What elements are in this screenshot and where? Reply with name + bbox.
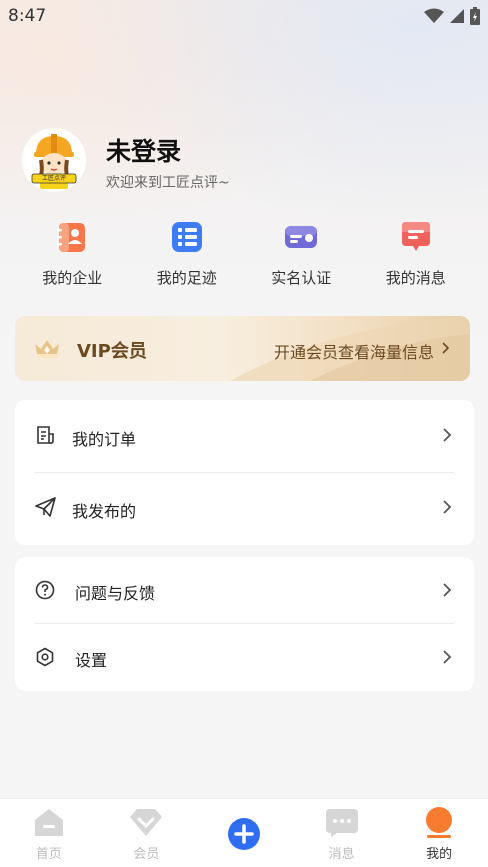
footprint-icon [171,222,202,252]
order-icon [37,426,54,444]
menu-card-orders: 我的订单 我发布的 [15,400,474,545]
menu-row-my-orders[interactable]: 我的订单 [15,400,474,472]
menu-label: 我的订单 [72,430,137,449]
tab-label: 消息 [328,847,355,862]
menu-label: 我发布的 [72,502,137,521]
avatar[interactable]: 工匠点评 [22,128,86,192]
vip-banner[interactable]: VIP会员 开通会员查看海量信息 [15,316,470,381]
status-bar: 8:47 [0,0,488,34]
chevron-right-icon [442,342,450,354]
quick-my-footprint[interactable]: 我的足迹 [130,220,245,300]
chevron-right-icon [443,428,452,442]
tab-label: 我的 [426,847,453,862]
chevron-right-icon [443,650,452,664]
profile-icon [426,807,453,838]
status-time: 8:47 [8,6,47,26]
menu-label: 设置 [75,651,108,670]
tab-label: 首页 [35,847,62,862]
menu-row-my-posts[interactable]: 我发布的 [15,472,474,544]
chevron-right-icon [443,500,452,514]
quick-label: 实名认证 [271,269,332,287]
crown-icon [35,340,59,358]
tab-member[interactable]: 会员 [98,799,196,867]
settings-icon [36,647,54,667]
battery-icon [470,7,480,25]
wifi-icon [424,8,444,23]
chevron-right-icon [443,583,452,597]
quick-my-enterprise[interactable]: 我的企业 [15,220,130,300]
send-icon [35,497,56,517]
tab-label: 会员 [133,847,160,862]
profile-header[interactable]: 工匠点评 未登录 欢迎来到工匠点评~ [22,128,462,194]
vip-title: VIP会员 [77,341,147,362]
quick-actions: 我的企业 我的足迹 实名认证 我的消息 [15,220,473,300]
menu-label: 问题与反馈 [75,584,156,603]
welcome-text: 欢迎来到工匠点评~ [106,175,230,191]
tab-publish[interactable] [195,799,293,867]
signal-icon [450,9,464,23]
plus-icon [227,818,260,850]
id-card-icon [285,226,318,248]
question-icon [35,580,55,600]
tab-mine[interactable]: 我的 [390,799,488,867]
diamond-icon [130,809,163,836]
tab-messages[interactable]: 消息 [293,799,391,867]
username[interactable]: 未登录 [106,132,181,168]
vip-description: 开通会员查看海量信息 [273,343,434,362]
bottom-tab-bar: 首页 会员 消息 我的 [0,798,488,867]
tab-home[interactable]: 首页 [0,799,98,867]
avatar-sign: 工匠点评 [41,175,66,182]
message-icon [401,222,430,251]
quick-label: 我的足迹 [156,269,217,287]
chat-icon [325,809,358,837]
home-icon [34,809,63,836]
quick-my-messages[interactable]: 我的消息 [359,220,474,300]
menu-row-feedback[interactable]: 问题与反馈 [15,557,474,623]
enterprise-icon [57,223,86,252]
quick-label: 我的企业 [42,269,103,287]
menu-row-settings[interactable]: 设置 [15,623,474,691]
quick-real-name-auth[interactable]: 实名认证 [244,220,359,300]
quick-label: 我的消息 [385,269,446,287]
status-icons [424,7,480,25]
menu-card-support: 问题与反馈 设置 [15,557,474,691]
